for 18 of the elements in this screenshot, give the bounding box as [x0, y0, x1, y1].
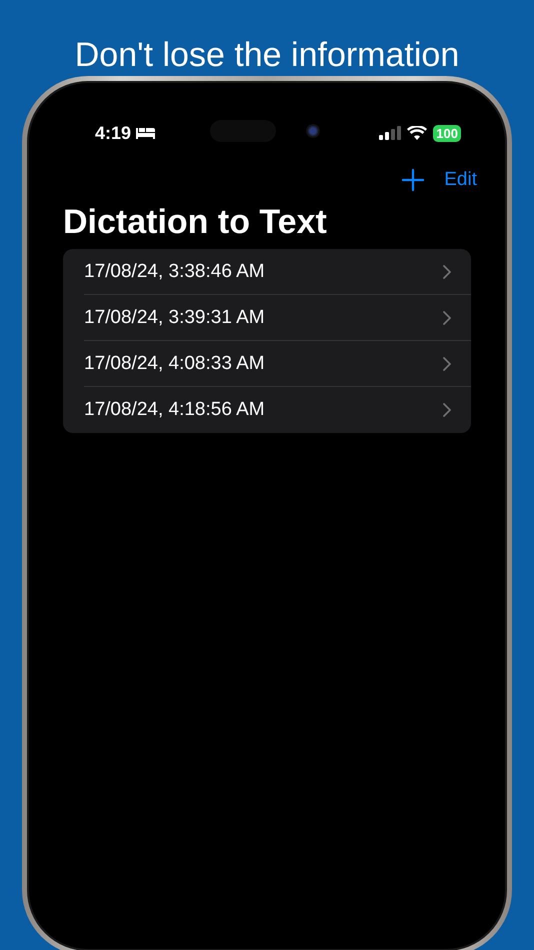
battery-level: 100	[433, 124, 461, 142]
recording-row[interactable]: 17/08/24, 3:39:31 AM	[84, 295, 471, 341]
wifi-icon	[407, 126, 428, 140]
recording-row[interactable]: 17/08/24, 3:38:46 AM	[84, 249, 471, 295]
recording-row[interactable]: 17/08/24, 4:08:33 AM	[84, 341, 471, 387]
chevron-icon	[443, 403, 451, 417]
signal-icon	[379, 126, 402, 140]
page-title: Dictation to Text	[63, 203, 328, 243]
chevron-icon	[443, 264, 451, 278]
chevron-icon	[443, 356, 451, 370]
headline: Don't lose the information	[74, 35, 460, 76]
add-button[interactable]	[402, 169, 424, 191]
chevron-icon	[443, 310, 451, 324]
edit-button[interactable]: Edit	[444, 169, 477, 191]
status-time: 4:19	[95, 122, 132, 144]
bed-icon	[136, 127, 156, 139]
recording-row[interactable]: 17/08/24, 4:18:56 AM	[84, 387, 471, 433]
camera-icon	[306, 124, 320, 138]
